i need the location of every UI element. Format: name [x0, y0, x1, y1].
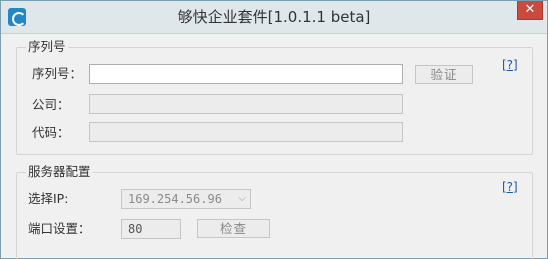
code-field [89, 122, 403, 142]
serial-field[interactable] [89, 64, 403, 84]
close-button[interactable]: ✕ [517, 1, 543, 20]
serial-help-link[interactable]: [?] [502, 58, 518, 72]
app-window: 够快企业套件[1.0.1.1 beta] ✕ 序列号 序列号： 验证 [?] 公… [0, 0, 548, 259]
ip-select[interactable]: 169.254.56.96 ⌵ [121, 189, 251, 209]
title-bar[interactable]: 够快企业套件[1.0.1.1 beta] ✕ [1, 1, 547, 34]
company-input [90, 95, 402, 113]
port-input [122, 220, 180, 238]
company-field [89, 94, 403, 114]
check-button[interactable]: 检查 [197, 219, 270, 238]
ip-selected-value: 169.254.56.96 [128, 192, 222, 206]
port-label: 端口设置： [28, 221, 91, 236]
serial-group-legend: 序列号 [26, 39, 68, 55]
serial-label: 序列号： [32, 66, 83, 81]
window-title: 够快企业套件[1.0.1.1 beta] [177, 8, 371, 26]
chevron-down-icon: ⌵ [238, 193, 246, 204]
serial-input[interactable] [90, 65, 402, 83]
server-group-legend: 服务器配置 [26, 164, 93, 180]
server-group: 服务器配置 [16, 164, 533, 259]
code-label: 代码： [32, 125, 70, 140]
server-help-link[interactable]: [?] [502, 180, 518, 194]
ip-label: 选择IP: [28, 191, 69, 206]
company-label: 公司： [32, 97, 70, 112]
code-input [90, 123, 402, 141]
verify-button[interactable]: 验证 [415, 65, 473, 84]
close-icon: ✕ [524, 2, 536, 17]
port-field [121, 219, 181, 239]
